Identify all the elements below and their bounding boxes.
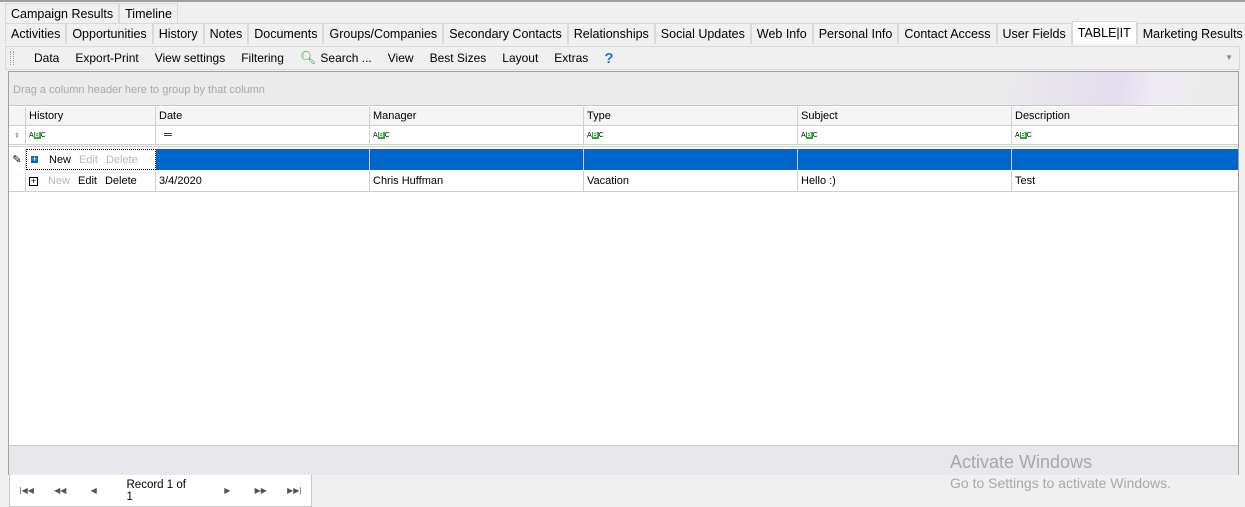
layout-menu[interactable]: Layout	[494, 51, 546, 65]
description-cell[interactable]: Test	[1012, 171, 1238, 191]
manager-cell[interactable]: Chris Huffman	[370, 171, 584, 191]
column-header-history[interactable]: History	[26, 107, 156, 125]
tab-campaign-results[interactable]: Campaign Results	[5, 3, 120, 24]
text-filter-icon: ABC	[587, 131, 604, 139]
next-page-icon[interactable]: ▶▶	[244, 486, 278, 495]
last-record-icon[interactable]: ▶▶|	[278, 486, 312, 495]
activation-watermark: Activate Windows Go to Settings to activ…	[950, 452, 1171, 491]
filtering-menu[interactable]: Filtering	[233, 51, 292, 65]
filter-pin-icon: ♀	[9, 126, 26, 144]
tab-opportunities[interactable]: Opportunities	[66, 23, 153, 44]
first-record-icon[interactable]: |◀◀	[10, 486, 44, 495]
best-sizes-button[interactable]: Best Sizes	[422, 51, 495, 65]
edit-link: Edit	[79, 153, 98, 166]
record-counter: Record 1 of 1	[126, 478, 186, 503]
tab-secondary-contacts[interactable]: Secondary Contacts	[443, 23, 568, 44]
column-header-description[interactable]: Description	[1012, 107, 1238, 125]
tab-relationships[interactable]: Relationships	[567, 23, 655, 44]
row-indicator	[9, 171, 26, 191]
header-indicator	[9, 107, 26, 125]
manager-cell[interactable]	[370, 149, 584, 170]
text-filter-icon: ABC	[801, 131, 818, 139]
edit-link[interactable]: Edit	[78, 175, 97, 187]
description-cell[interactable]	[1012, 149, 1238, 170]
tab-web-info[interactable]: Web Info	[750, 23, 813, 44]
edit-pencil-icon: ✎	[9, 149, 26, 170]
extras-menu[interactable]: Extras	[546, 51, 596, 65]
search-icon: 🔍︎	[299, 50, 317, 65]
data-menu[interactable]: Data	[26, 51, 67, 65]
tab-row-2: Activities Opportunities History Notes D…	[5, 21, 1245, 44]
table-row[interactable]: + New Edit Delete 3/4/2020 Chris Huffman…	[9, 171, 1238, 192]
record-navigator: |◀◀ ◀◀ ◀ Record 1 of 1 ▶ ▶▶ ▶▶|	[9, 475, 312, 507]
tab-contact-access[interactable]: Contact Access	[898, 23, 997, 44]
date-cell[interactable]	[156, 149, 370, 170]
new-item-row[interactable]: ✎ + New Edit Delete	[9, 149, 1238, 170]
filter-row: ♀ ABC ═ ABC ABC ABC ABC	[9, 126, 1238, 147]
tab-timeline[interactable]: Timeline	[119, 3, 178, 24]
group-panel[interactable]: Drag a column header here to group by th…	[9, 72, 1238, 106]
tab-row-1: Campaign Results Timeline	[5, 3, 178, 24]
column-header-type[interactable]: Type	[584, 107, 798, 125]
text-filter-icon: ABC	[1015, 131, 1032, 139]
filter-date[interactable]: ═	[156, 126, 370, 144]
new-link[interactable]: New	[49, 154, 71, 166]
text-filter-icon: ABC	[29, 131, 46, 139]
view-settings-menu[interactable]: View settings	[147, 51, 233, 65]
help-icon[interactable]: ?	[596, 50, 621, 67]
column-header-row: History Date Manager Type Subject Descri…	[9, 107, 1238, 126]
search-label: Search ...	[320, 51, 372, 65]
tab-documents[interactable]: Documents	[248, 23, 324, 44]
tab-social-updates[interactable]: Social Updates	[654, 23, 751, 44]
previous-page-icon[interactable]: ◀◀	[44, 486, 78, 495]
filter-manager[interactable]: ABC	[370, 126, 584, 144]
text-filter-icon: ABC	[373, 131, 390, 139]
type-cell[interactable]	[584, 149, 798, 170]
toolbar-overflow-icon[interactable]: ▼	[1225, 53, 1233, 62]
equals-filter-icon: ═	[164, 129, 172, 141]
previous-record-icon[interactable]: ◀	[77, 486, 111, 495]
tab-tableit[interactable]: TABLE|IT	[1071, 21, 1137, 44]
tab-personal-info[interactable]: Personal Info	[812, 23, 899, 44]
search-button[interactable]: 🔍︎ Search ...	[292, 50, 380, 66]
tab-activities[interactable]: Activities	[5, 23, 67, 44]
tab-history[interactable]: History	[152, 23, 204, 44]
column-header-date[interactable]: Date	[156, 107, 370, 125]
data-grid: Drag a column header here to group by th…	[8, 71, 1239, 475]
type-cell[interactable]: Vacation	[584, 171, 798, 191]
subject-cell[interactable]: Hello :)	[798, 171, 1012, 191]
column-header-manager[interactable]: Manager	[370, 107, 584, 125]
expand-icon[interactable]: +	[30, 155, 39, 164]
tab-marketing-results[interactable]: Marketing Results	[1136, 23, 1245, 44]
next-record-icon[interactable]: ▶	[211, 486, 245, 495]
toolbar: Data Export-Print View settings Filterin…	[5, 46, 1240, 70]
filter-history[interactable]: ABC	[26, 126, 156, 144]
view-menu[interactable]: View	[380, 51, 422, 65]
delete-link: Delete	[105, 153, 138, 166]
toolbar-grip[interactable]	[10, 51, 14, 65]
date-cell[interactable]: 3/4/2020	[156, 171, 370, 191]
history-cell[interactable]: + New Edit Delete	[26, 171, 156, 191]
tab-notes[interactable]: Notes	[203, 23, 249, 44]
watermark-subtitle: Go to Settings to activate Windows.	[950, 475, 1171, 491]
subject-cell[interactable]	[798, 149, 1012, 170]
watermark-title: Activate Windows	[950, 452, 1093, 472]
history-cell[interactable]: + New Edit Delete	[26, 149, 156, 170]
column-header-subject[interactable]: Subject	[798, 107, 1012, 125]
filter-type[interactable]: ABC	[584, 126, 798, 144]
new-link: New	[48, 175, 71, 187]
export-print-menu[interactable]: Export-Print	[67, 51, 146, 65]
delete-link[interactable]: Delete	[105, 175, 137, 187]
expand-icon[interactable]: +	[29, 176, 38, 186]
filter-description[interactable]: ABC	[1012, 126, 1238, 144]
tab-user-fields[interactable]: User Fields	[996, 23, 1072, 44]
tab-groups-companies[interactable]: Groups/Companies	[323, 23, 444, 44]
filter-subject[interactable]: ABC	[798, 126, 1012, 144]
